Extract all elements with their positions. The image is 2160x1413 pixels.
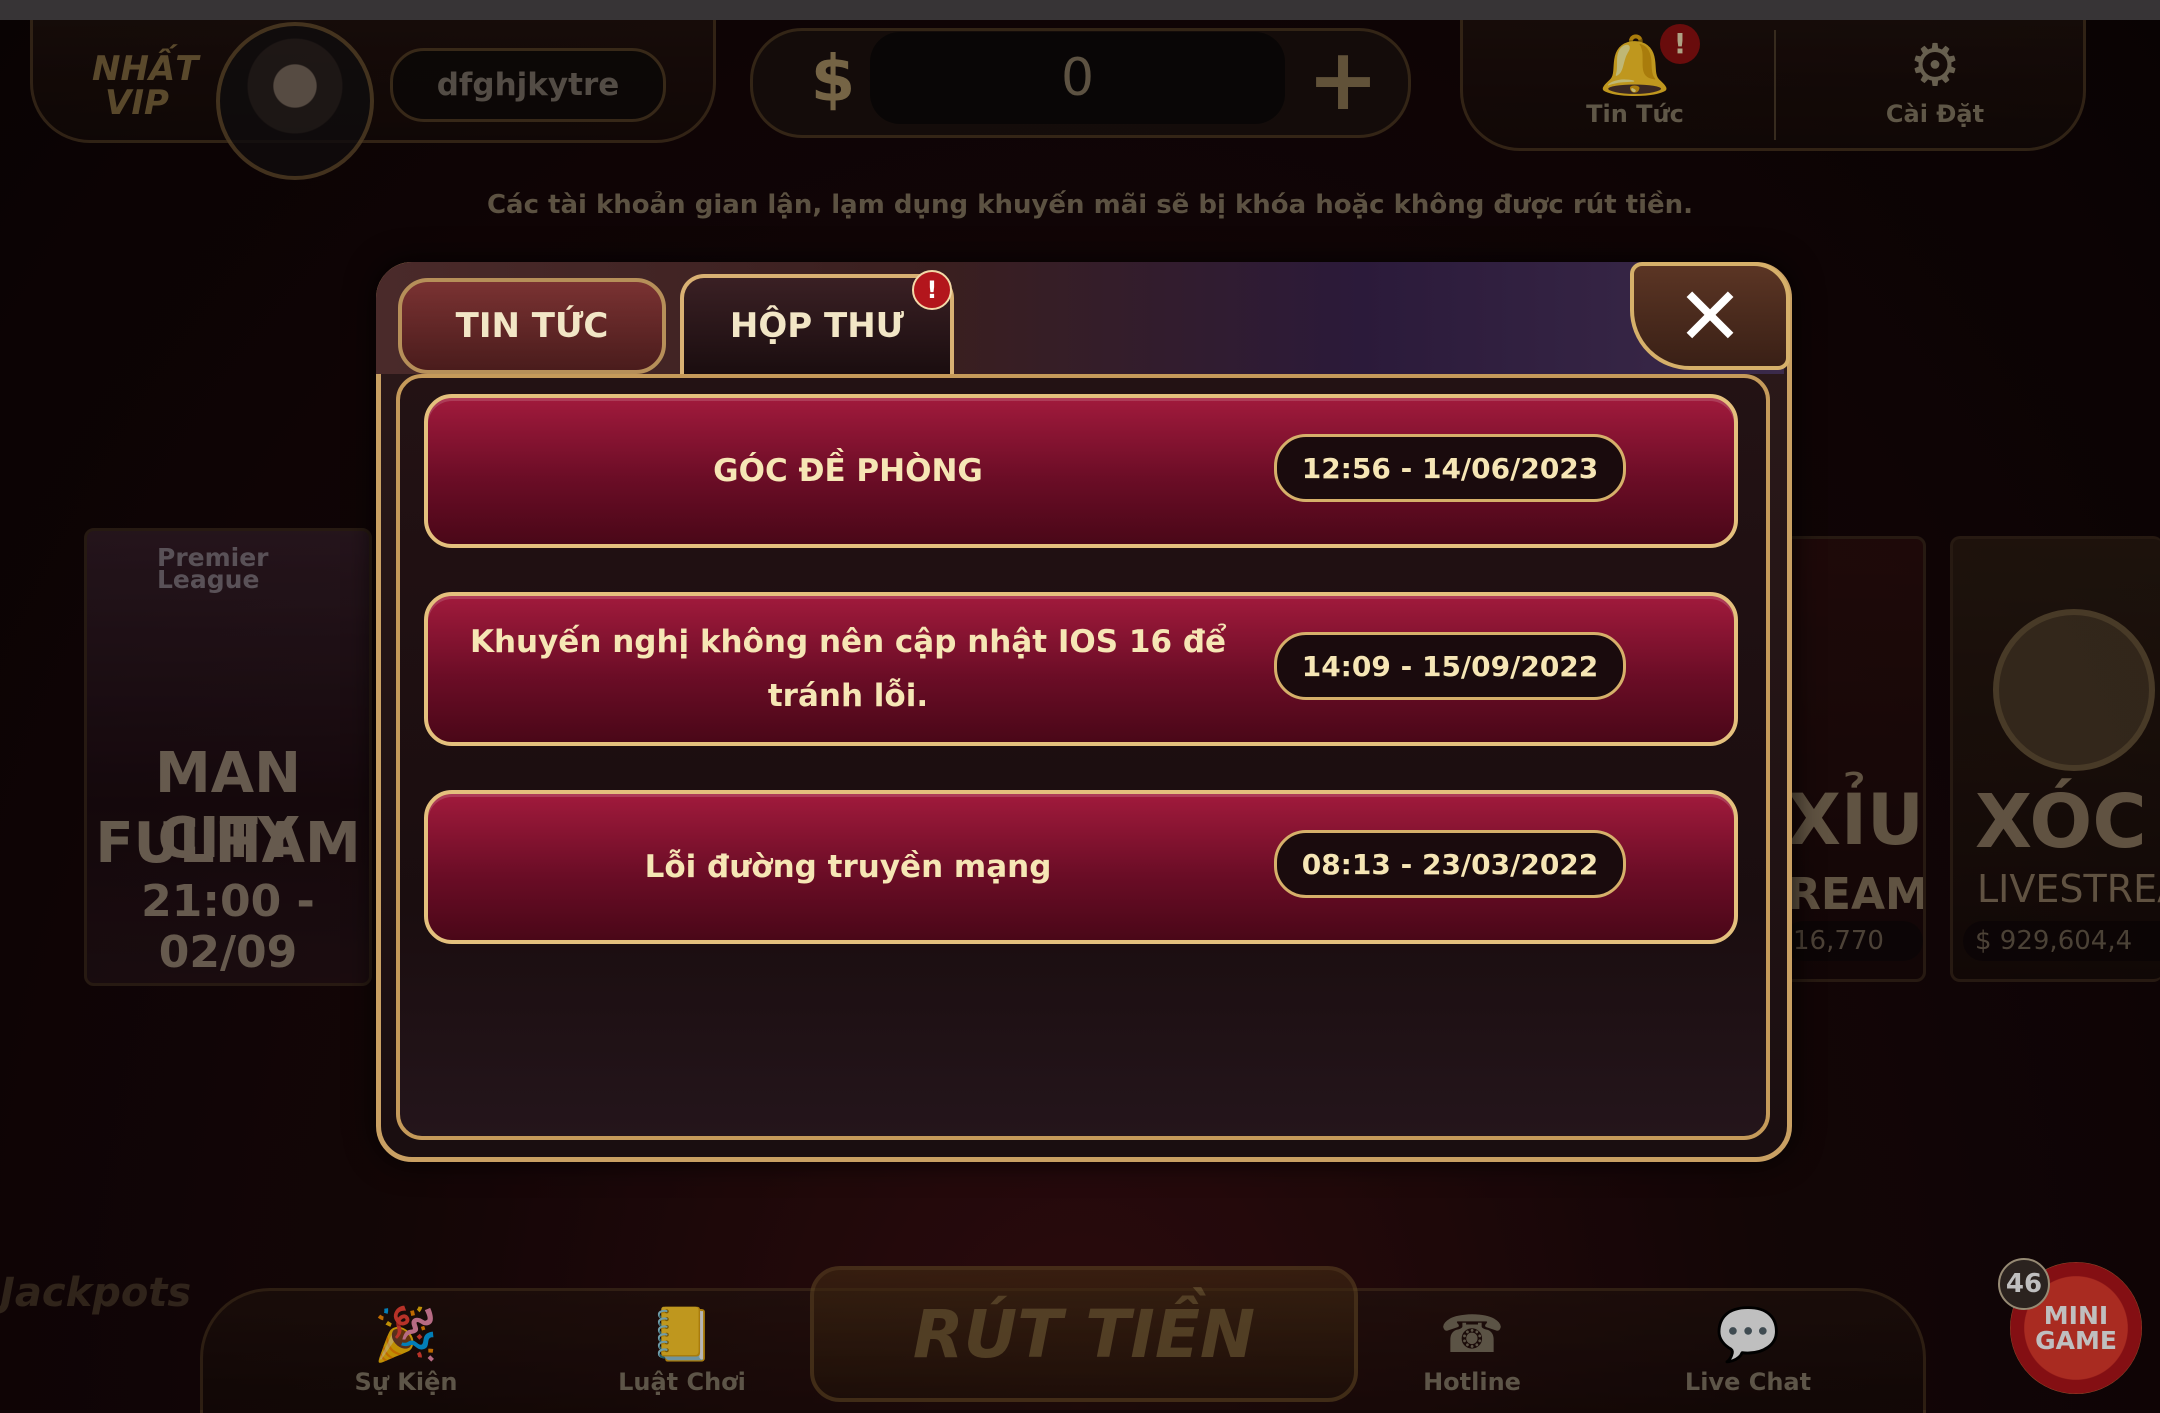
- mailbox-alert-badge: !: [912, 270, 952, 310]
- message-item[interactable]: GÓC ĐỀ PHÒNG 12:56 - 14/06/2023: [424, 394, 1738, 548]
- tab-news[interactable]: TIN TỨC: [398, 278, 666, 374]
- message-title: GÓC ĐỀ PHÒNG: [713, 453, 983, 489]
- message-title: Lỗi đường truyền mạng: [644, 849, 1052, 885]
- message-date: 14:09 - 15/09/2022: [1274, 632, 1626, 700]
- message-date: 08:13 - 23/03/2022: [1274, 830, 1626, 898]
- message-date: 12:56 - 14/06/2023: [1274, 434, 1626, 502]
- close-button[interactable]: ✕: [1630, 262, 1790, 370]
- message-item[interactable]: Lỗi đường truyền mạng 08:13 - 23/03/2022: [424, 790, 1738, 944]
- close-icon: ✕: [1676, 269, 1744, 363]
- message-title: Khuyến nghị không nên cập nhật IOS 16 để…: [469, 624, 1227, 714]
- message-item[interactable]: Khuyến nghị không nên cập nhật IOS 16 để…: [424, 592, 1738, 746]
